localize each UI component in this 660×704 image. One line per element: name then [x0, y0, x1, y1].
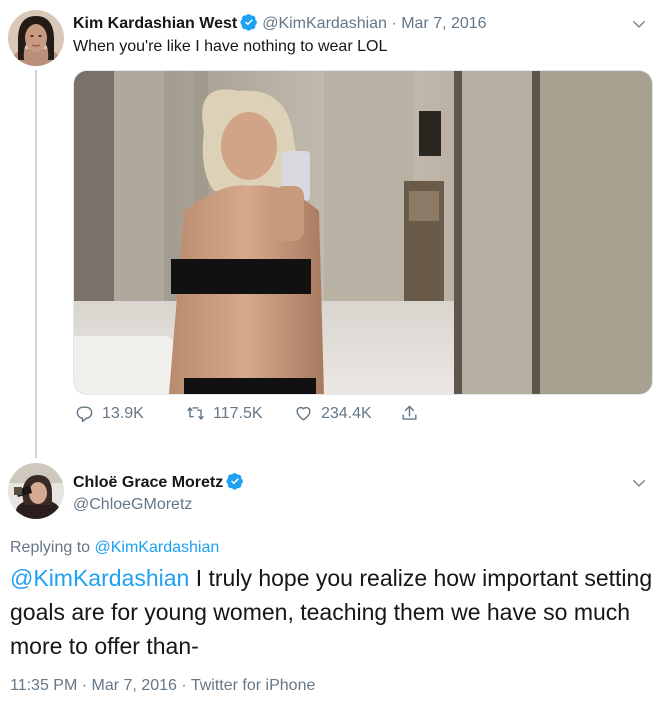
- tweet-time[interactable]: 11:35 PM: [10, 677, 77, 694]
- display-name[interactable]: Chloë Grace Moretz: [73, 474, 223, 491]
- user-handle[interactable]: @ChloeGMoretz: [73, 496, 192, 514]
- chevron-down-icon[interactable]: [632, 17, 646, 31]
- separator-dot: ·: [391, 15, 397, 32]
- mention-link[interactable]: @KimKardashian: [10, 565, 189, 591]
- chevron-down-icon[interactable]: [632, 476, 646, 490]
- tweet-date[interactable]: Mar 7, 2016: [92, 677, 177, 694]
- reply-icon: [76, 406, 93, 423]
- avatar-moretz[interactable]: [8, 463, 64, 519]
- separator-dot: ·: [181, 677, 187, 694]
- tweet2-name-row: Chloë Grace Moretz: [73, 472, 248, 492]
- replying-to-label: Replying to: [10, 539, 91, 556]
- retweet-count: 117.5K: [213, 404, 263, 422]
- share-action[interactable]: [400, 404, 419, 423]
- photo-content: [74, 71, 652, 394]
- reply-count: 13.9K: [102, 404, 144, 422]
- share-icon: [402, 405, 417, 420]
- tweet1-header: Kim Kardashian West @KimKardashian · Mar …: [73, 13, 487, 33]
- like-action[interactable]: 234.4K: [294, 404, 372, 423]
- tweet-text: When you're like I have nothing to wear …: [73, 38, 388, 55]
- replying-to-link[interactable]: @KimKardashian: [95, 539, 220, 556]
- verified-badge-icon: [226, 473, 244, 490]
- tweet-meta: 11:35 PM · Mar 7, 2016 · Twitter for iPh…: [10, 677, 315, 695]
- tweet-source[interactable]: Twitter for iPhone: [191, 677, 316, 694]
- tweet-date[interactable]: Mar 7, 2016: [401, 15, 486, 32]
- retweet-action[interactable]: 117.5K: [186, 404, 263, 423]
- display-name[interactable]: Kim Kardashian West: [73, 15, 237, 32]
- avatar-kardashian-image: [8, 10, 64, 66]
- censor-bar-top: [171, 259, 311, 294]
- tweet2-body: @KimKardashian I truly hope you realize …: [10, 561, 655, 663]
- tweet-media-photo[interactable]: [73, 70, 653, 395]
- replying-to-line: Replying to @KimKardashian: [10, 539, 219, 557]
- thread-connector-line: [35, 70, 37, 458]
- verified-badge-icon: [240, 14, 258, 31]
- reply-action[interactable]: 13.9K: [75, 404, 144, 423]
- like-count: 234.4K: [321, 404, 372, 422]
- avatar-moretz-image: [8, 463, 64, 519]
- separator-dot: ·: [81, 677, 88, 694]
- heart-icon: [296, 406, 311, 421]
- censor-bar-bottom: [184, 378, 316, 394]
- avatar-kardashian[interactable]: [8, 10, 64, 66]
- user-handle[interactable]: @KimKardashian: [262, 15, 387, 32]
- retweet-icon: [187, 407, 204, 420]
